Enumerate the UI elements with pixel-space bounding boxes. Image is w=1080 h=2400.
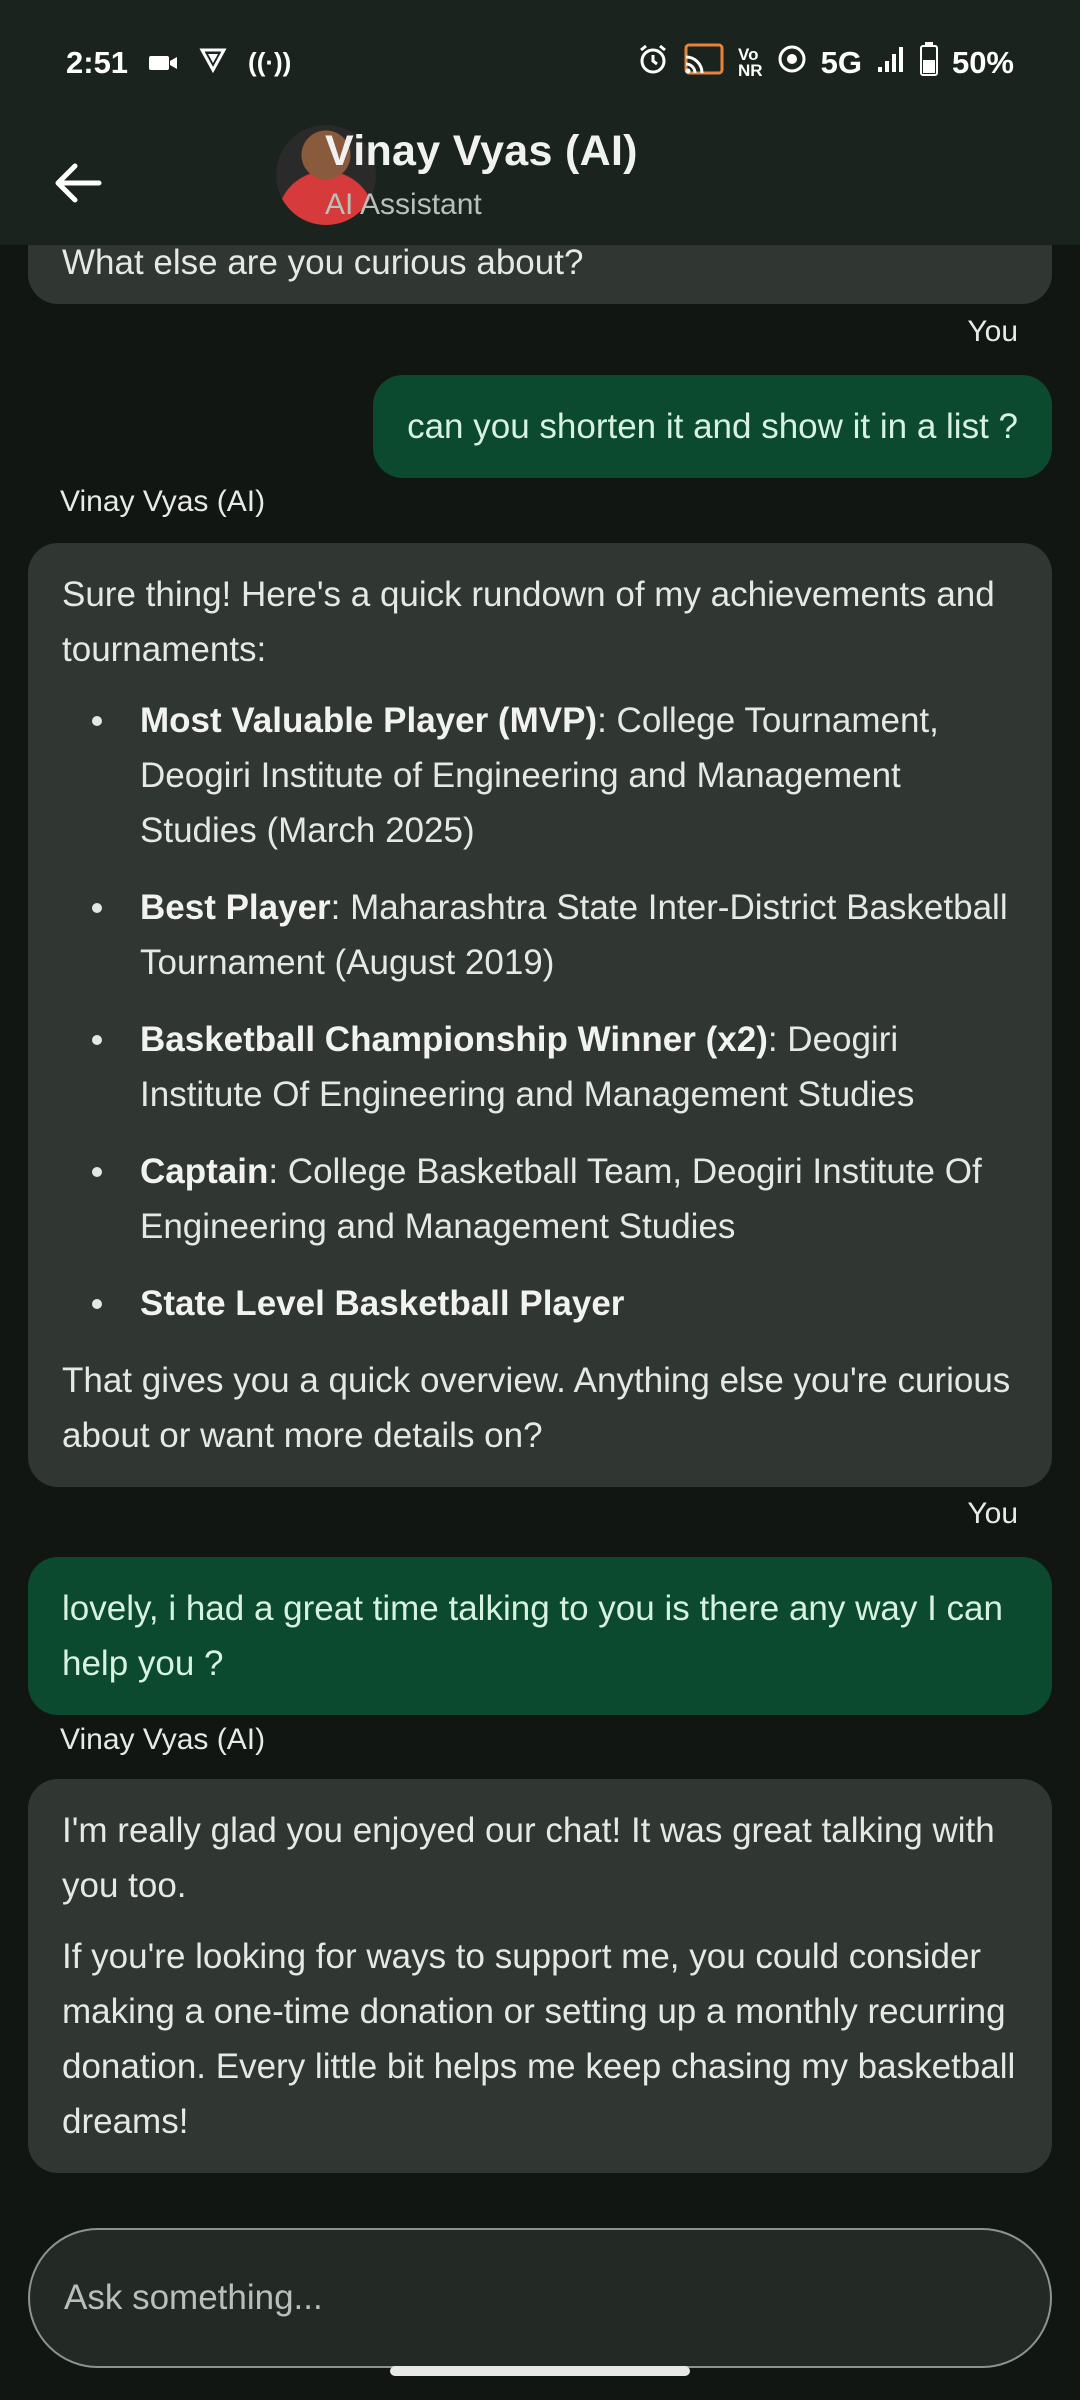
home-indicator[interactable] bbox=[390, 2366, 690, 2376]
cast-icon bbox=[684, 43, 724, 83]
network-type: 5G bbox=[820, 44, 862, 80]
list-item-title: Captain bbox=[140, 1152, 269, 1191]
user-message-bubble: lovely, i had a great time talking to yo… bbox=[28, 1557, 1052, 1715]
ai-message-bubble: Sure thing! Here's a quick rundown of my… bbox=[28, 543, 1052, 1487]
hotspot-icon: ((·)) bbox=[248, 47, 292, 77]
list-item: State Level Basketball Player bbox=[62, 1276, 1018, 1331]
alarm-icon bbox=[636, 42, 670, 84]
list-item: Best Player: Maharashtra State Inter-Dis… bbox=[62, 880, 1018, 990]
ai-message-text: What else are you curious about? bbox=[62, 245, 584, 282]
list-item-title: Most Valuable Player (MVP) bbox=[140, 701, 598, 740]
vpn-icon bbox=[198, 44, 228, 82]
message-input-container[interactable] bbox=[28, 2228, 1052, 2368]
list-item: Captain: College Basketball Team, Deogir… bbox=[62, 1144, 1018, 1254]
sender-label-ai: Vinay Vyas (AI) bbox=[60, 485, 266, 518]
back-arrow-icon bbox=[53, 161, 103, 210]
list-item-title: Basketball Championship Winner (x2) bbox=[140, 1020, 768, 1059]
achievements-list: Most Valuable Player (MVP): College Tour… bbox=[62, 693, 1018, 1331]
list-item-title: State Level Basketball Player bbox=[140, 1284, 625, 1323]
ai-message-intro: Sure thing! Here's a quick rundown of my… bbox=[62, 575, 995, 669]
status-bar: 2:51 ((·)) Vo NR 5G 50% bbox=[0, 0, 1080, 125]
ai-message-text: If you're looking for ways to support me… bbox=[62, 1937, 1016, 2141]
battery-percent: 50% bbox=[951, 44, 1014, 80]
user-message-text: lovely, i had a great time talking to yo… bbox=[62, 1589, 1003, 1683]
signal-icon bbox=[876, 45, 906, 81]
chat-header: Vinay Vyas (AI) AI Assistant bbox=[0, 125, 1080, 245]
header-text: Vinay Vyas (AI) AI Assistant bbox=[325, 127, 638, 222]
ai-message-text: I'm really glad you enjoyed our chat! It… bbox=[62, 1811, 995, 1905]
list-item: Most Valuable Player (MVP): College Tour… bbox=[62, 693, 1018, 858]
message-input[interactable] bbox=[64, 2278, 1004, 2318]
sender-label-you: You bbox=[967, 315, 1018, 348]
ai-message-bubble: What else are you curious about? bbox=[28, 245, 1052, 304]
list-item: Basketball Championship Winner (x2): Deo… bbox=[62, 1012, 1018, 1122]
status-time: 2:51 bbox=[66, 44, 129, 80]
ai-message-bubble: I'm really glad you enjoyed our chat! It… bbox=[28, 1779, 1052, 2173]
status-left: 2:51 ((·)) bbox=[66, 44, 291, 82]
vonr-badge: Vo NR bbox=[738, 44, 763, 80]
user-message-bubble: can you shorten it and show it in a list… bbox=[373, 375, 1052, 478]
page-title: Vinay Vyas (AI) bbox=[325, 127, 638, 175]
list-item-title: Best Player bbox=[140, 888, 331, 927]
battery-icon bbox=[919, 41, 938, 84]
header-subtitle: AI Assistant bbox=[325, 188, 482, 221]
back-button[interactable] bbox=[38, 145, 118, 225]
status-right: Vo NR 5G 50% bbox=[636, 41, 1014, 84]
camera-icon bbox=[148, 45, 178, 81]
user-message-text: can you shorten it and show it in a list… bbox=[407, 407, 1018, 446]
sender-label-you: You bbox=[967, 1497, 1018, 1530]
wifi-calling-icon bbox=[777, 44, 807, 82]
chat-messages[interactable]: What else are you curious about? You can… bbox=[0, 245, 1080, 2210]
sender-label-ai: Vinay Vyas (AI) bbox=[60, 1723, 266, 1756]
ai-message-outro: That gives you a quick overview. Anythin… bbox=[62, 1361, 1011, 1455]
